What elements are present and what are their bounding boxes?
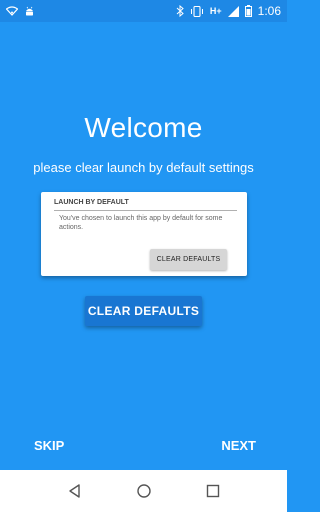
clock: 1:06 — [257, 4, 281, 18]
vibrate-icon — [190, 5, 204, 17]
skip-button[interactable]: SKIP — [34, 438, 64, 453]
card-body-text: You've chosen to launch this app by defa… — [59, 215, 223, 231]
wifi-notification-icon — [6, 6, 18, 16]
status-right: H+ 1:06 — [176, 4, 281, 18]
bluetooth-icon — [176, 5, 184, 17]
clear-defaults-button[interactable]: CLEAR DEFAULTS — [85, 296, 202, 326]
welcome-subtitle: please clear launch by default settings — [33, 160, 254, 175]
launch-default-card: LAUNCH BY DEFAULT You've chosen to launc… — [41, 192, 247, 276]
card-header: LAUNCH BY DEFAULT — [54, 199, 237, 211]
card-clear-defaults-button[interactable]: CLEAR DEFAULTS — [150, 249, 227, 270]
navigation-bar — [0, 470, 287, 512]
back-icon[interactable] — [63, 479, 87, 503]
next-button[interactable]: NEXT — [221, 438, 256, 453]
welcome-title: Welcome — [84, 112, 203, 143]
signal-icon — [227, 5, 239, 17]
recents-icon[interactable] — [201, 479, 225, 503]
status-left — [6, 6, 35, 17]
battery-icon — [244, 5, 252, 17]
home-icon[interactable] — [132, 479, 156, 503]
status-bar: H+ 1:06 — [0, 0, 287, 22]
android-icon — [24, 6, 35, 17]
network-type-label: H+ — [209, 6, 222, 16]
